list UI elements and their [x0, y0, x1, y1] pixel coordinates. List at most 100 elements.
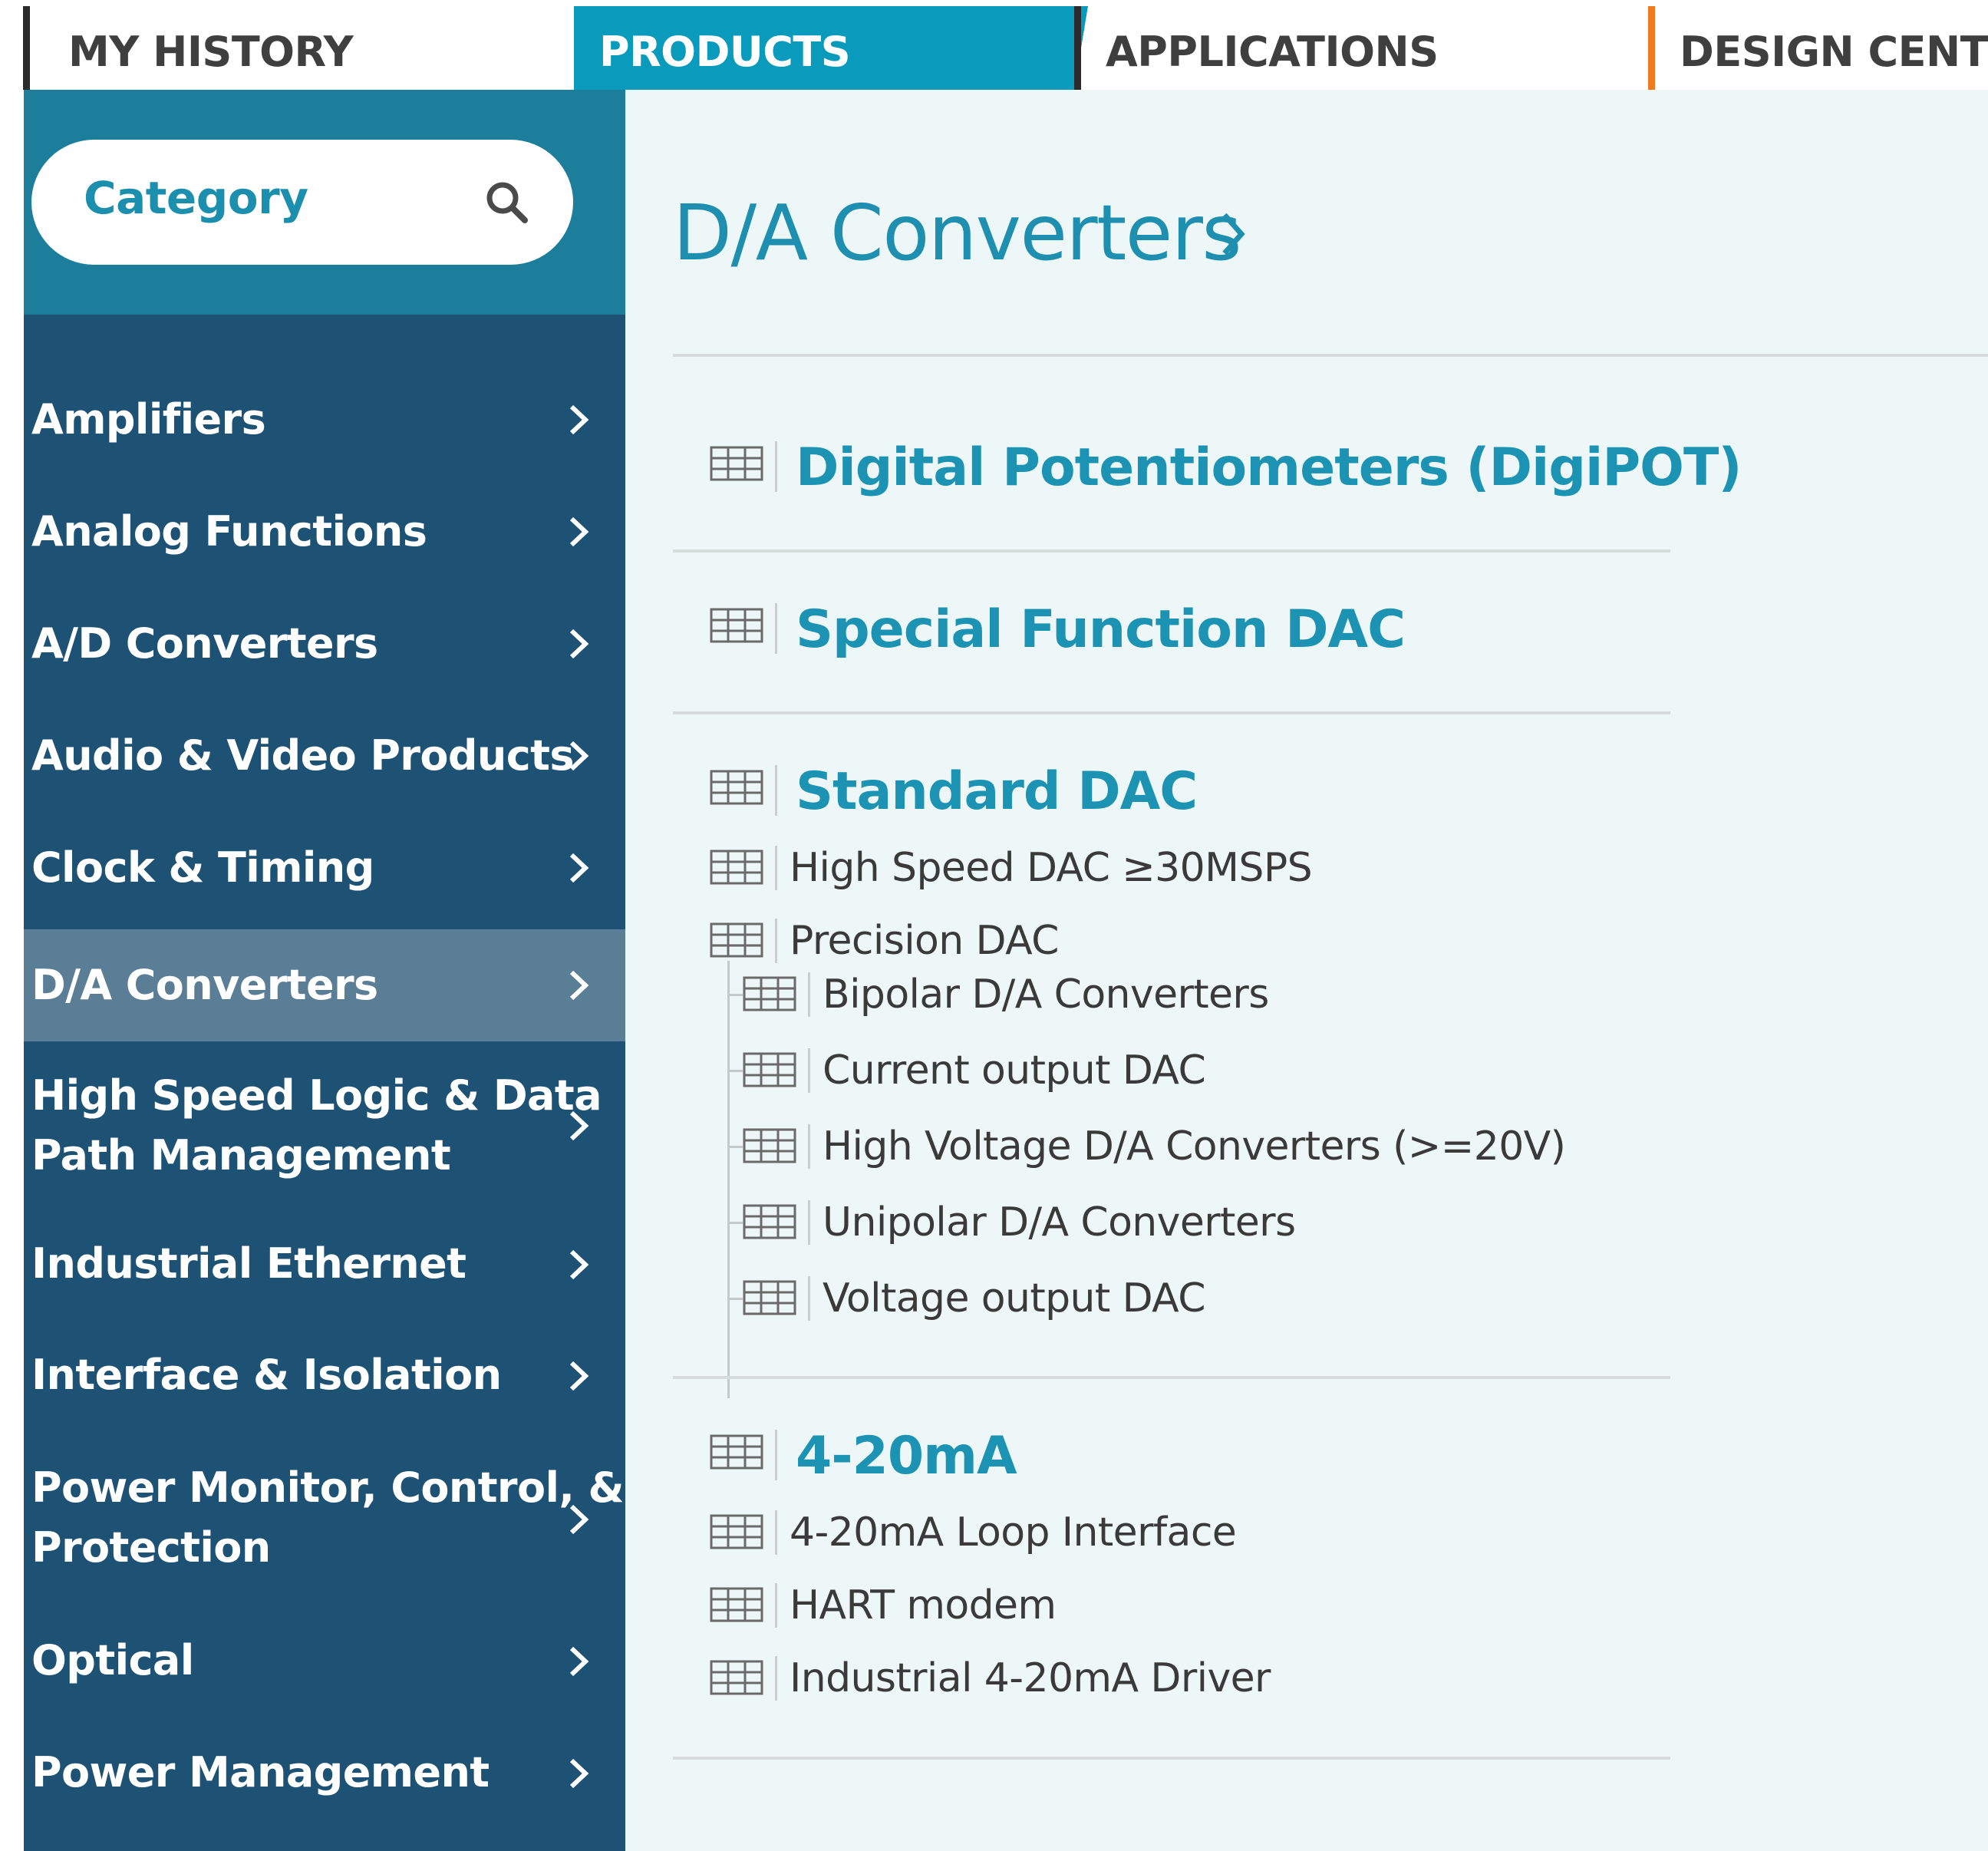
chevron-right-icon [569, 853, 589, 883]
category-link-4-20ma[interactable]: 4-20mA [796, 1426, 1017, 1486]
category-link-standard-dac[interactable]: Standard DAC [796, 761, 1198, 822]
sidebar-item-industrial-ethernet[interactable]: Industrial Ethernet [24, 1210, 625, 1321]
table-grid-icon [710, 770, 763, 805]
table-grid-icon [710, 850, 763, 885]
chevron-right-icon [569, 1249, 589, 1280]
tab-products[interactable]: PRODUCTS [574, 6, 1088, 90]
separator [808, 1200, 810, 1245]
category-sidebar: Category Amplifiers Analog Functions A/D… [24, 90, 625, 1851]
chevron-right-icon [569, 1504, 589, 1535]
tree-connector [727, 1298, 743, 1300]
sidebar-item-analog-functions[interactable]: Analog Functions [24, 478, 625, 586]
sidebar-item-label-line-1: High Speed Logic & Data [31, 1071, 602, 1120]
search-placeholder: Category [84, 172, 308, 224]
chevron-right-icon [569, 629, 589, 659]
sidebar-item-label: Analog Functions [31, 507, 427, 556]
top-tabs: MY HISTORY PRODUCTS APPLICATIONS DESIGN … [0, 0, 1988, 90]
tab-applications[interactable]: APPLICATIONS [1074, 6, 1650, 90]
chevron-right-icon [569, 1361, 589, 1391]
tree-connector [727, 1146, 743, 1148]
chevron-right-icon [569, 1110, 589, 1141]
chevron-right-icon [1222, 213, 1245, 256]
table-grid-icon [743, 976, 796, 1011]
subcategory-link-high-voltage-da[interactable]: High Voltage D/A Converters (>=20V) [823, 1123, 1566, 1170]
category-link-digipot[interactable]: Digital Potentiometers (DigiPOT) [796, 437, 1742, 498]
sidebar-item-label: Industrial Ethernet [31, 1239, 467, 1288]
subcategory-link-industrial-driver[interactable]: Industrial 4-20mA Driver [790, 1655, 1271, 1701]
sidebar-item-label: Optical [31, 1636, 194, 1684]
divider [673, 354, 1988, 357]
sidebar-item-ad-converters[interactable]: A/D Converters [24, 590, 625, 698]
category-search-input[interactable]: Category [31, 140, 573, 265]
tab-design-center[interactable]: DESIGN CENTER [1648, 6, 1988, 90]
sidebar-item-label: Amplifiers [31, 395, 266, 444]
sidebar-item-label: Power Management [31, 1748, 490, 1797]
separator [808, 1048, 810, 1093]
table-grid-icon [710, 1660, 763, 1695]
sidebar-item-interface-isolation[interactable]: Interface & Isolation [24, 1321, 625, 1433]
separator [775, 765, 777, 816]
sidebar-item-label-line-2: Protection [31, 1523, 271, 1572]
separator [775, 919, 777, 963]
separator [775, 1656, 777, 1701]
table-grid-icon [710, 1514, 763, 1549]
tab-label: DESIGN CENTER [1680, 28, 1988, 76]
tab-label: PRODUCTS [599, 28, 851, 76]
sidebar-item-amplifiers[interactable]: Amplifiers [24, 366, 625, 473]
divider [673, 549, 1670, 553]
separator [775, 846, 777, 890]
sidebar-item-label: D/A Converters [31, 961, 378, 1009]
sidebar-item-audio-video[interactable]: Audio & Video Products [24, 702, 625, 810]
search-icon[interactable] [484, 180, 530, 226]
table-grid-icon [710, 1587, 763, 1622]
sidebar-item-label: Clock & Timing [31, 843, 374, 892]
subcategory-link-high-speed-dac[interactable]: High Speed DAC ≥30MSPS [790, 845, 1313, 891]
divider [673, 711, 1670, 714]
table-grid-icon [743, 1052, 796, 1087]
sidebar-item-label-line-1: Power Monitor, Control, & [31, 1463, 625, 1512]
subcategory-link-current-output-dac[interactable]: Current output DAC [823, 1048, 1206, 1094]
separator [775, 1583, 777, 1628]
separator [808, 1124, 810, 1169]
sidebar-item-label-line-2: Path Management [31, 1131, 451, 1180]
separator [775, 603, 777, 654]
separator [775, 441, 777, 492]
chevron-right-icon [569, 970, 589, 1001]
table-grid-icon [710, 608, 763, 643]
tree-connector [727, 1070, 743, 1072]
divider [673, 1757, 1670, 1760]
sidebar-item-clock-timing[interactable]: Clock & Timing [24, 814, 625, 922]
tab-label: MY HISTORY [68, 28, 354, 76]
category-link-special-function-dac[interactable]: Special Function DAC [796, 599, 1406, 660]
subcategory-link-precision-dac[interactable]: Precision DAC [790, 918, 1059, 964]
sidebar-item-optical[interactable]: Optical [24, 1609, 625, 1721]
sidebar-header: Category [24, 90, 625, 315]
subcategory-link-bipolar-da[interactable]: Bipolar D/A Converters [823, 972, 1269, 1018]
tree-connector [727, 961, 730, 1398]
chevron-right-icon [569, 404, 589, 435]
tab-label: APPLICATIONS [1106, 28, 1439, 76]
chevron-right-icon [569, 1758, 589, 1789]
page-title: D/A Converters [673, 188, 1242, 278]
sidebar-item-label: Audio & Video Products [31, 731, 574, 780]
tree-connector [727, 1222, 743, 1224]
sidebar-item-label: A/D Converters [31, 619, 378, 668]
sidebar-item-high-speed-logic[interactable]: High Speed Logic & Data Path Management [24, 1041, 625, 1210]
sidebar-item-da-converters[interactable]: D/A Converters [24, 929, 625, 1041]
subcategory-link-loop-interface[interactable]: 4-20mA Loop Interface [790, 1510, 1237, 1556]
tree-connector [727, 994, 743, 996]
subcategory-link-hart-modem[interactable]: HART modem [790, 1582, 1057, 1628]
table-grid-icon [710, 1434, 763, 1470]
divider [673, 1376, 1670, 1379]
sidebar-item-power-monitor[interactable]: Power Monitor, Control, & Protection [24, 1433, 625, 1609]
separator [808, 1276, 810, 1321]
subcategory-link-voltage-output-dac[interactable]: Voltage output DAC [823, 1275, 1206, 1321]
subcategory-link-unipolar-da[interactable]: Unipolar D/A Converters [823, 1199, 1296, 1246]
separator [808, 972, 810, 1017]
sidebar-item-power-management[interactable]: Power Management [24, 1721, 625, 1832]
table-grid-icon [743, 1280, 796, 1315]
separator [775, 1430, 777, 1480]
tab-my-history[interactable]: MY HISTORY [23, 6, 575, 90]
chevron-right-icon [569, 1646, 589, 1677]
separator [775, 1510, 777, 1555]
